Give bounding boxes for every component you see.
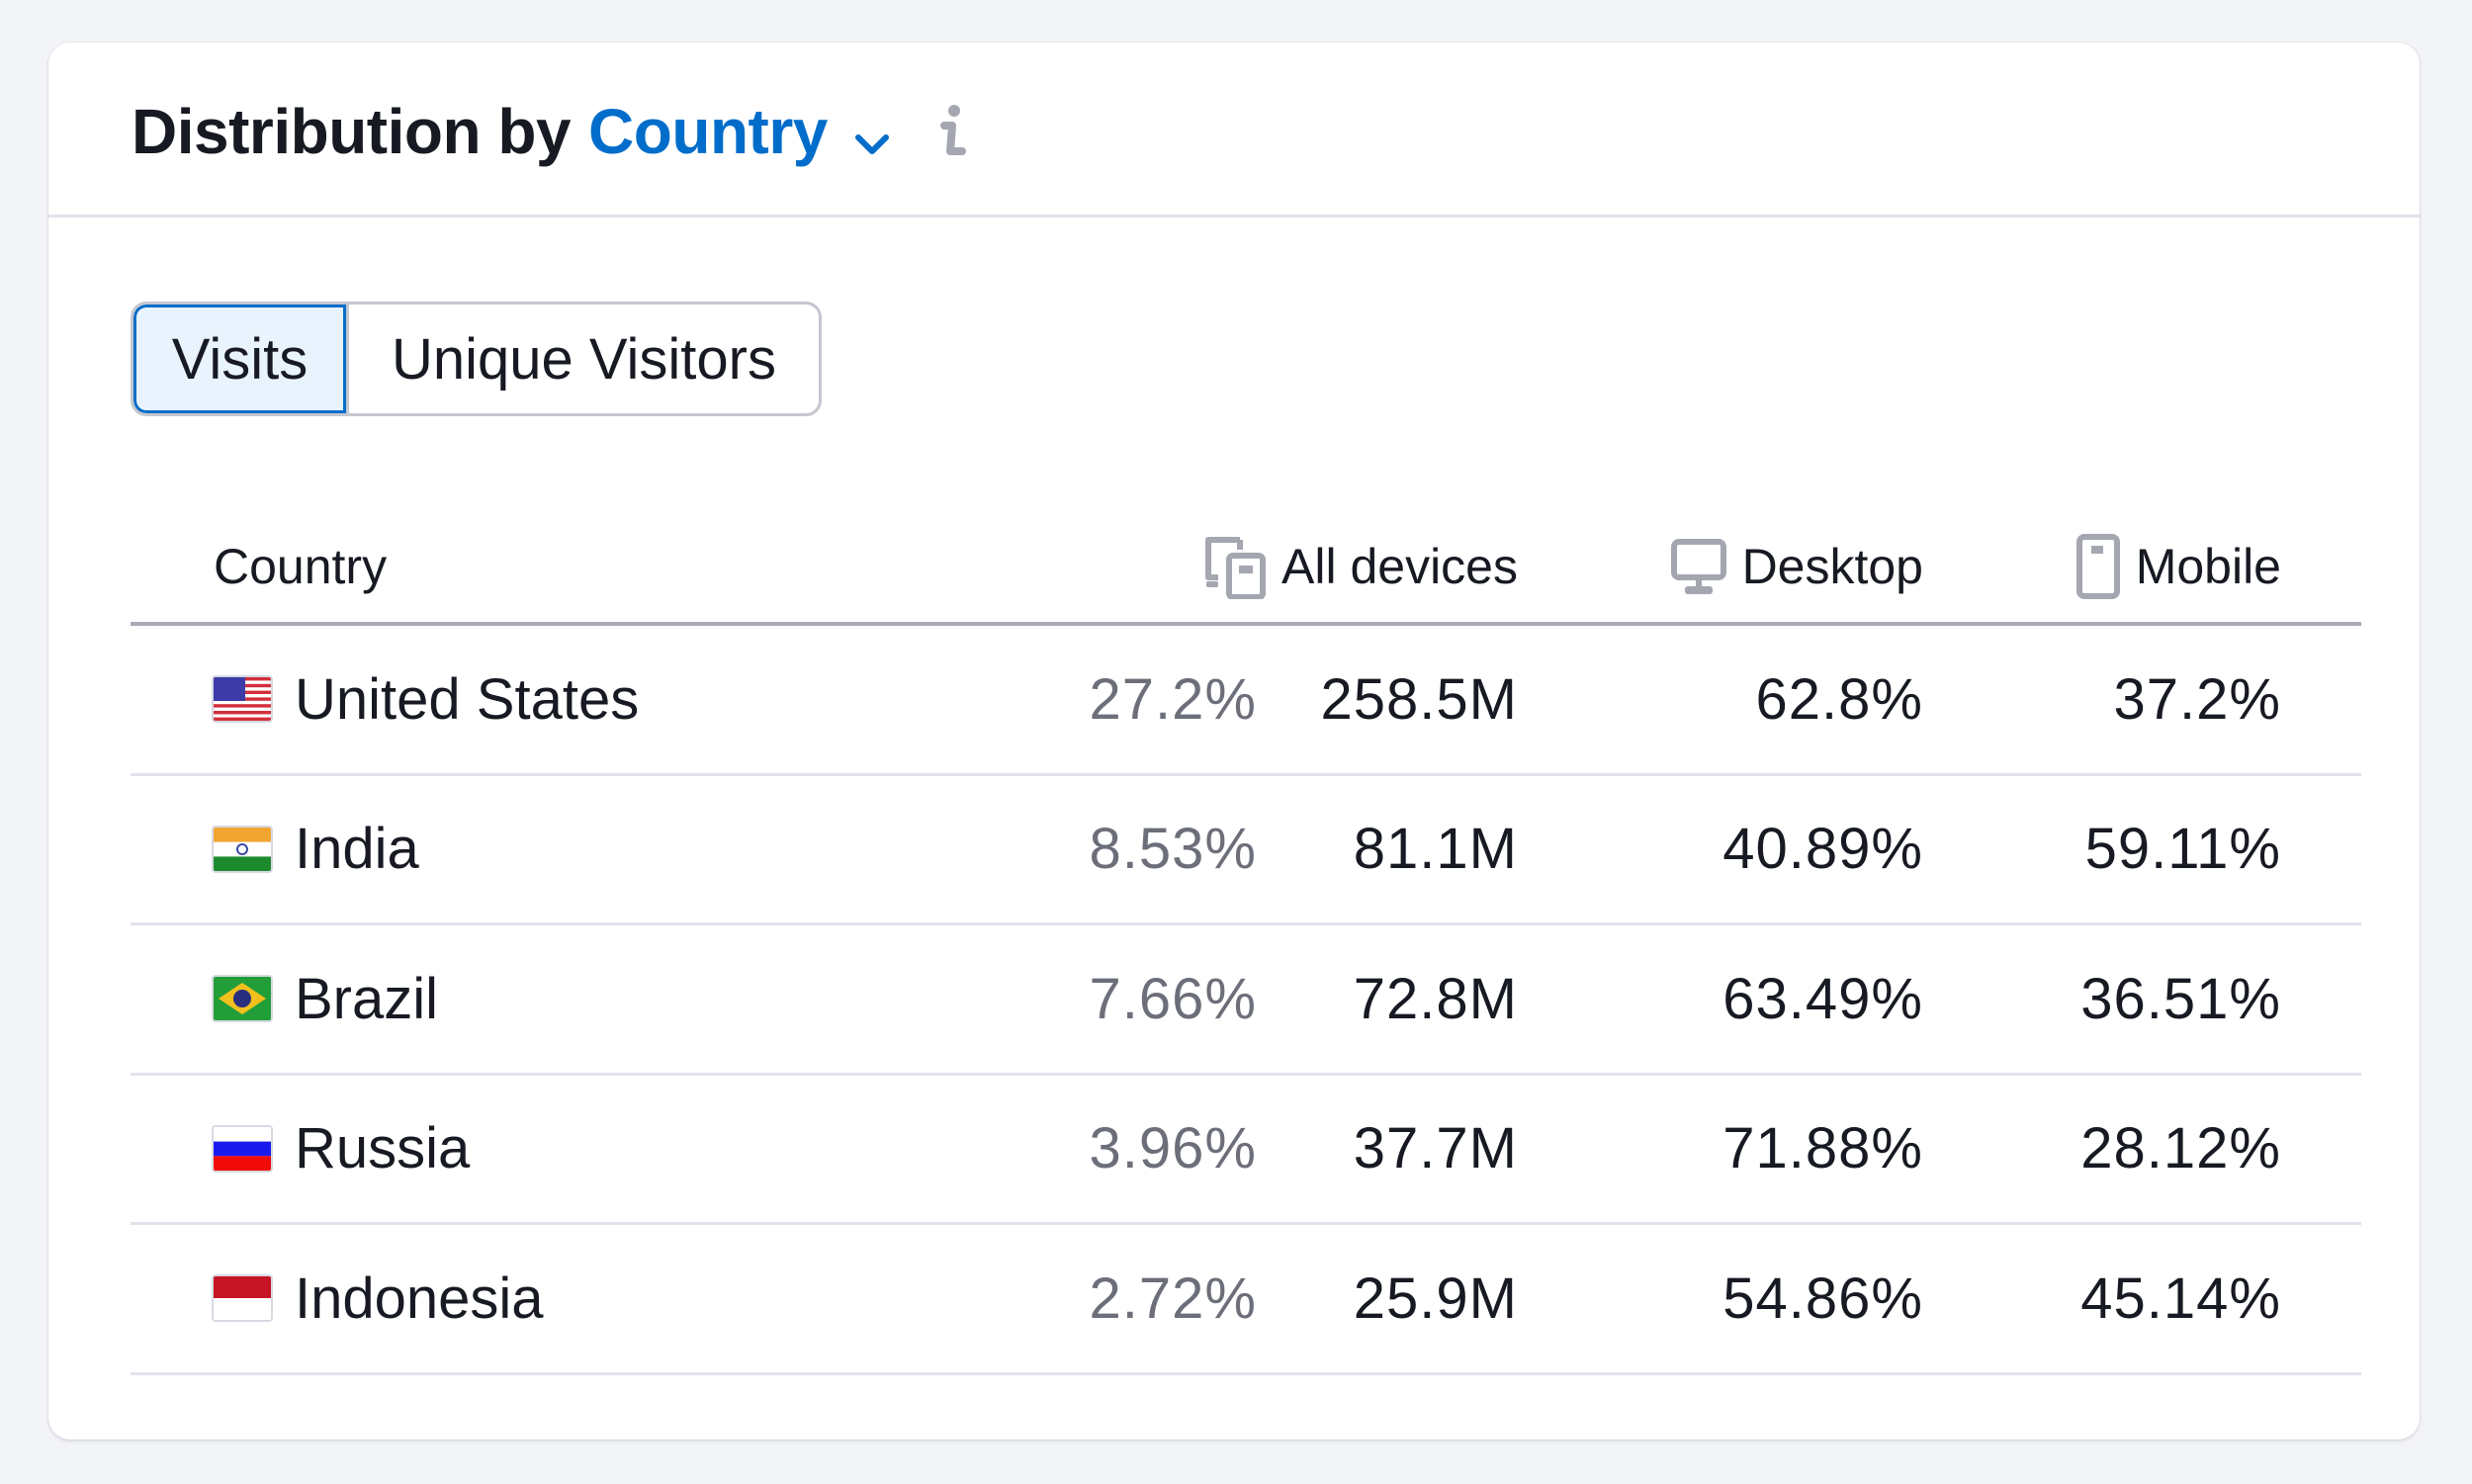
all-devices-icon [1205,537,1266,599]
us-flag-icon [214,677,271,722]
desktop-value: 54.86% [1722,1266,1923,1331]
mobile-value: 59.11% [2084,817,2281,882]
all-devices-value: 258.5M [1320,666,1518,732]
country-cell: Indonesia [214,1225,544,1372]
desktop-value: 62.8% [1755,666,1923,732]
all-devices-value: 81.1M [1353,817,1518,882]
table-row[interactable]: India 8.53% 81.1M 40.89% 59.11% [131,776,2361,925]
india-flag-icon [214,827,271,871]
column-header-all-devices-label: All devices [1281,539,1518,594]
table-header-row: Country All devices Desktop Mobile [131,507,2361,626]
mobile-value: 45.14% [2080,1266,2281,1331]
info-icon[interactable] [932,102,972,161]
country-name[interactable]: Indonesia [295,1266,544,1332]
column-header-desktop: Desktop [1669,507,1923,626]
traffic-share: 27.2% [1089,666,1257,732]
toggle-unique-visitors[interactable]: Unique Visitors [346,305,819,413]
brazil-flag-icon [214,977,271,1021]
country-cell: Brazil [214,925,438,1073]
table-row[interactable]: Brazil 7.66% 72.8M 63.49% 36.51% [131,925,2361,1076]
desktop-icon [1670,539,1726,594]
traffic-share: 3.96% [1089,1116,1257,1181]
desktop-value: 40.89% [1722,817,1923,882]
all-devices-value: 72.8M [1353,966,1518,1031]
mobile-value: 36.51% [2080,966,2281,1031]
all-devices-value: 37.7M [1353,1116,1518,1181]
card-header: Distribution by Country [48,43,2420,218]
dropdown-selected-value: Country [588,96,828,167]
country-name[interactable]: India [295,816,419,882]
column-header-all-devices: All devices [1202,507,1518,626]
traffic-share: 7.66% [1089,966,1257,1031]
country-name[interactable]: United States [295,666,639,733]
country-cell: United States [214,626,639,773]
table-row[interactable]: Russia 3.96% 37.7M 71.88% 28.12% [131,1076,2361,1225]
column-header-desktop-label: Desktop [1741,539,1923,594]
mobile-value: 28.12% [2080,1116,2281,1181]
traffic-share: 8.53% [1089,817,1257,882]
distribution-by-country-card: Distribution by Country Visits Unique Vi… [48,43,2420,1440]
mobile-value: 37.2% [2113,666,2281,732]
country-cell: India [214,776,419,923]
column-header-mobile: Mobile [2075,507,2281,626]
country-cell: Russia [214,1076,470,1223]
column-header-country: Country [214,539,388,594]
desktop-value: 71.88% [1722,1116,1923,1181]
chevron-down-icon [849,109,895,154]
country-name[interactable]: Brazil [295,966,438,1032]
traffic-share: 2.72% [1089,1266,1257,1331]
table-row[interactable]: United States 27.2% 258.5M 62.8% 37.2% [131,626,2361,776]
title-static-text: Distribution by [132,96,572,167]
indonesia-flag-icon [214,1276,271,1321]
table-row[interactable]: Indonesia 2.72% 25.9M 54.86% 45.14% [131,1225,2361,1375]
country-name[interactable]: Russia [295,1115,470,1181]
distribution-type-dropdown[interactable]: Country [588,95,895,168]
card-title: Distribution by Country [132,92,972,171]
russia-flag-icon [214,1126,271,1171]
country-table: Country All devices Desktop Mobile Unite… [131,507,2361,1375]
all-devices-value: 25.9M [1353,1266,1518,1331]
column-header-mobile-label: Mobile [2135,539,2281,594]
toggle-visits[interactable]: Visits [133,305,346,413]
metric-toggle: Visits Unique Visitors [131,302,822,416]
desktop-value: 63.49% [1722,966,1923,1031]
mobile-icon [2075,534,2120,599]
